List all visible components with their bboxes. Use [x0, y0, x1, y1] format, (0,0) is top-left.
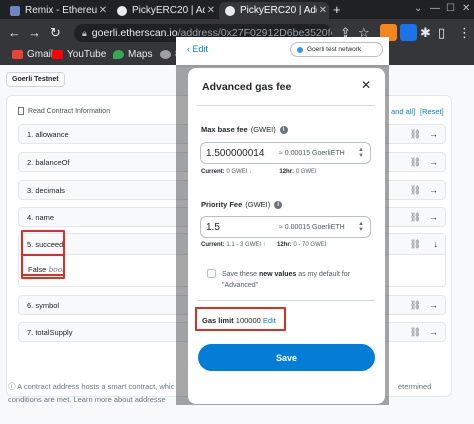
lock-icon: 🔒︎: [82, 27, 87, 38]
priority-fee-stats: Current: 1.1 - 3 GWEI ↑ 12hr: 0 - 70 GWE…: [201, 242, 327, 248]
tab-title: Remix - Ethereum IDE: [25, 5, 97, 16]
arrow-down-icon[interactable]: ↓: [434, 239, 439, 249]
back-arrow-icon[interactable]: ←: [8, 25, 21, 41]
arrow-right-icon[interactable]: →: [429, 157, 438, 167]
read-contract-header: Read Contract Information: [18, 107, 110, 115]
tab-remix[interactable]: Remix - Ethereum IDE ✕: [4, 2, 109, 19]
link-icon[interactable]: ⛓: [410, 129, 421, 140]
max-base-fee-input[interactable]: 1.500000014 ≈ 0.00015 GoerliETH ▲ ▼: [200, 142, 371, 164]
trend-up-icon: ↑: [262, 242, 266, 248]
etherscan-favicon-icon: [225, 5, 235, 16]
youtube-icon: [52, 50, 63, 59]
forward-arrow-icon[interactable]: →: [28, 25, 41, 41]
maximize-icon[interactable]: ☐: [446, 3, 455, 14]
tab-title: PickyERC20 | Address: [240, 5, 317, 16]
link-icon[interactable]: ⛓: [410, 327, 421, 338]
globe-icon: [160, 50, 171, 59]
gmail-icon: [12, 50, 23, 59]
url-host: goerli.etherscan.io: [91, 27, 178, 39]
divider: [197, 105, 375, 106]
tab-title: PickyERC20 | Address: [132, 5, 205, 16]
remix-favicon-icon: [10, 5, 20, 16]
metamask-header: ‹ Edit Goerli test network: [176, 37, 389, 65]
link-icon[interactable]: ⛓: [410, 239, 421, 250]
trend-down-icon: ↓: [249, 169, 253, 175]
stepper-icon[interactable]: ▲ ▼: [358, 147, 364, 159]
stepper-icon[interactable]: ▲ ▼: [358, 221, 364, 233]
arrow-right-icon[interactable]: →: [429, 185, 438, 195]
reset-link[interactable]: [Reset]: [420, 107, 444, 116]
save-button[interactable]: Save: [198, 344, 375, 371]
tab-etherscan-1[interactable]: PickyERC20 | Address ✕: [111, 2, 217, 19]
arrow-right-icon[interactable]: →: [429, 212, 438, 222]
priority-fee-input[interactable]: 1.5 ≈ 0.00015 GoerliETH ▲ ▼: [200, 216, 371, 238]
divider: [197, 300, 375, 301]
extension-icon[interactable]: [400, 24, 417, 41]
expand-all-link[interactable]: and all]: [391, 107, 415, 116]
save-default-checkbox[interactable]: [207, 269, 216, 278]
minimize-icon[interactable]: —: [430, 3, 440, 14]
new-tab-icon[interactable]: +: [333, 2, 341, 17]
maps-pin-icon: [113, 50, 124, 59]
modal-title: Advanced gas fee: [202, 81, 292, 93]
link-icon[interactable]: ⛓: [410, 300, 421, 311]
close-icon[interactable]: ✕: [97, 5, 109, 16]
priority-fee-label: Priority Fee (GWEI) i: [201, 200, 283, 209]
highlight-gas-limit-box: [195, 307, 286, 331]
side-panel-icon[interactable]: ▯: [438, 25, 445, 41]
bookmark-maps[interactable]: Maps: [113, 49, 152, 60]
etherscan-favicon-icon: [117, 5, 127, 16]
arrow-right-icon[interactable]: →: [429, 129, 438, 139]
reload-icon[interactable]: ↻: [50, 25, 61, 41]
info-icon: ⓘ: [8, 382, 16, 391]
info-icon[interactable]: i: [279, 125, 288, 134]
bookmark-youtube[interactable]: YouTube: [52, 49, 106, 60]
advanced-gas-fee-modal: Advanced gas fee ✕ Max base fee (GWEI) i…: [188, 68, 385, 404]
link-icon[interactable]: ⛓: [410, 157, 421, 168]
save-default-text: Save these new values as my default for …: [222, 271, 351, 289]
arrow-right-icon[interactable]: →: [429, 327, 438, 337]
tab-search-chevron-icon[interactable]: ⌄: [414, 3, 422, 14]
info-icon[interactable]: i: [274, 200, 283, 209]
network-badge: Goerli Testnet: [6, 72, 65, 87]
extensions-puzzle-icon[interactable]: ✱: [420, 25, 431, 41]
link-icon[interactable]: ⛓: [410, 185, 421, 196]
arrow-right-icon[interactable]: →: [429, 300, 438, 310]
tab-strip: Remix - Ethereum IDE ✕ PickyERC20 | Addr…: [0, 0, 474, 19]
document-icon: [18, 107, 24, 115]
tab-etherscan-active[interactable]: PickyERC20 | Address ✕: [219, 2, 329, 19]
bookmark-gmail[interactable]: Gmail: [12, 49, 53, 60]
max-base-fee-stats: Current: 0 GWEI ↓ 12hr: 0 GWEI: [201, 169, 317, 175]
highlight-succeed-box: [21, 230, 65, 279]
link-icon[interactable]: ⛓: [410, 212, 421, 223]
back-edit-button[interactable]: ‹ Edit: [187, 44, 208, 54]
network-selector[interactable]: Goerli test network: [290, 42, 383, 57]
close-icon[interactable]: ✕: [205, 5, 217, 16]
close-icon[interactable]: ✕: [317, 5, 329, 16]
more-menu-icon[interactable]: ⋮: [458, 25, 471, 41]
max-base-fee-label: Max base fee (GWEI) i: [201, 125, 288, 134]
network-dot-icon: [297, 46, 303, 53]
close-icon[interactable]: ✕: [361, 78, 371, 92]
window-close-icon[interactable]: ✕: [462, 3, 470, 14]
